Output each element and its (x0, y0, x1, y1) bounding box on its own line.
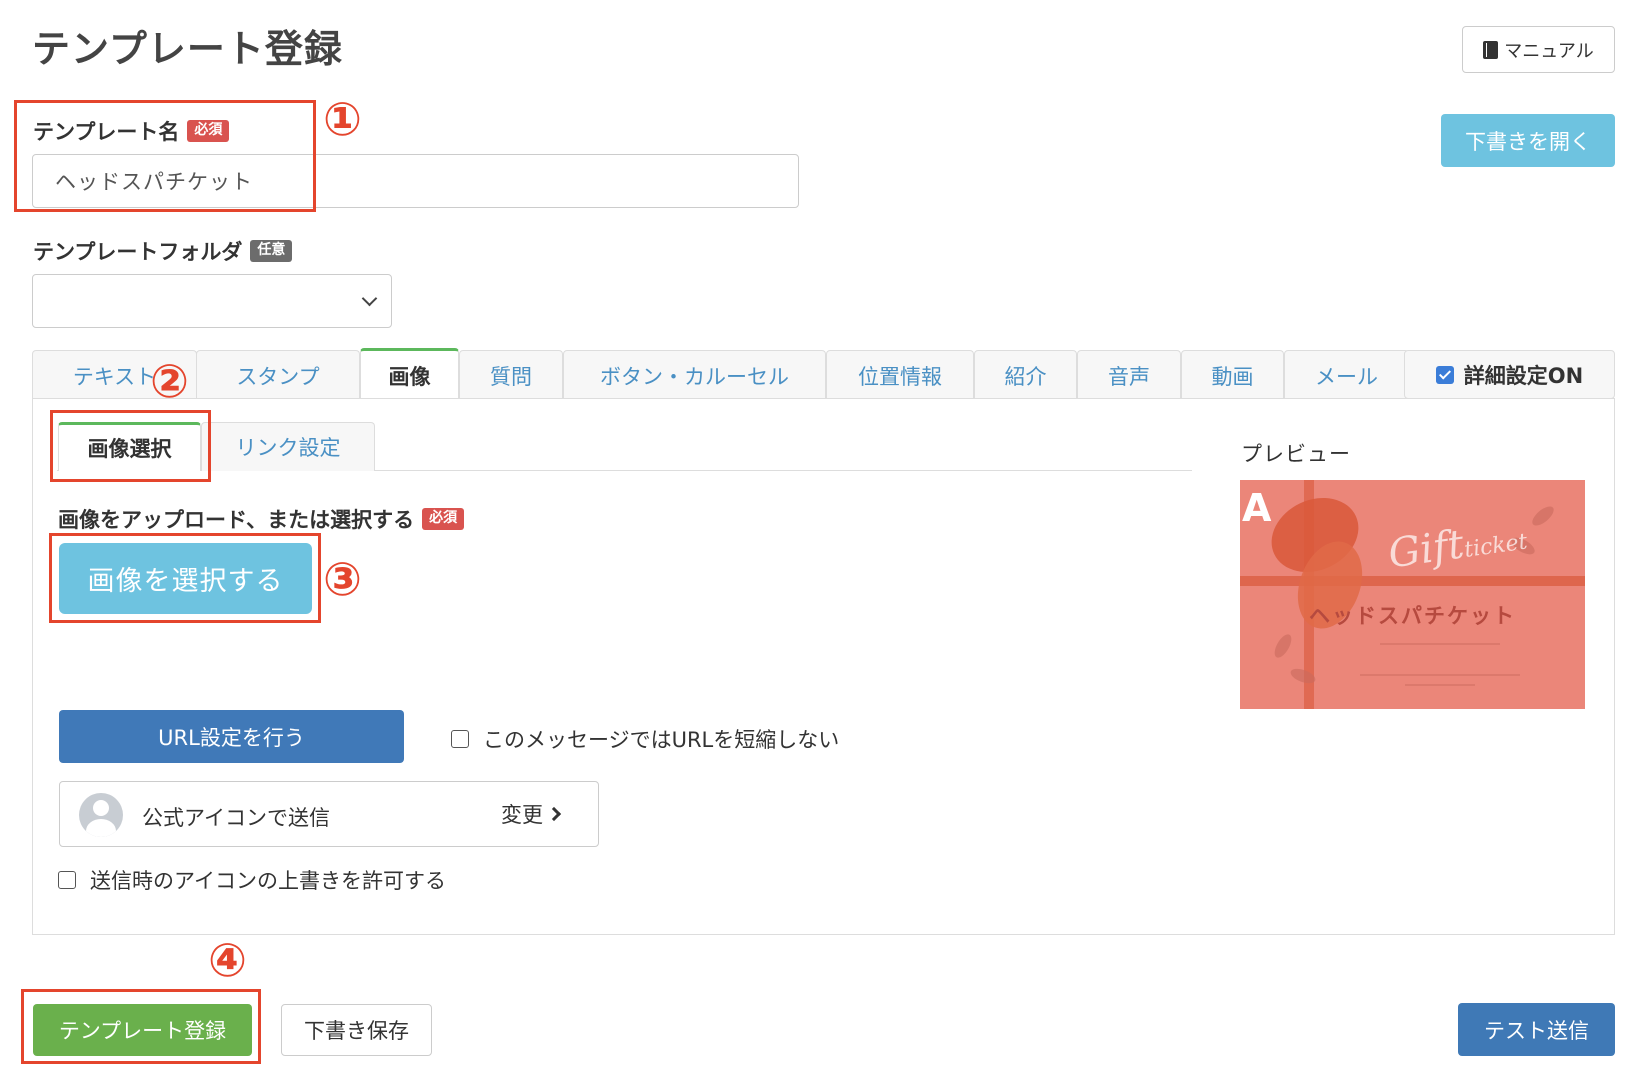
icon-override-option[interactable]: 送信時のアイコンの上書きを許可する (58, 865, 446, 895)
ticket-text-line (1405, 684, 1475, 686)
url-settings-button[interactable]: URL設定を行う (59, 710, 404, 763)
book-icon (1483, 40, 1499, 59)
subtab-link-settings[interactable]: リンク設定 (201, 422, 375, 471)
tab-audio[interactable]: 音声 (1077, 350, 1181, 400)
no-shorten-url-option[interactable]: このメッセージではURLを短縮しない (451, 724, 839, 754)
icon-override-checkbox[interactable] (58, 871, 76, 889)
template-folder-select[interactable] (32, 274, 392, 328)
gift-script-main: Gift (1385, 521, 1467, 578)
change-sender-label: 変更 (501, 803, 543, 827)
preview-badge-letter: A (1242, 486, 1272, 530)
no-shorten-url-label: このメッセージではURLを短縮しない (483, 728, 840, 752)
sender-icon-label: 公式アイコンで送信 (142, 806, 330, 830)
tab-introduction[interactable]: 紹介 (974, 350, 1077, 400)
tab-stamp[interactable]: スタンプ (196, 350, 360, 400)
annotation-box-2 (50, 410, 211, 482)
annotation-number-3: ③ (323, 552, 362, 606)
template-folder-label-text: テンプレートフォルダ (33, 240, 243, 264)
detail-settings-label: 詳細設定ON (1463, 363, 1584, 388)
icon-override-label: 送信時のアイコンの上書きを許可する (90, 869, 446, 893)
ticket-text-line (1360, 674, 1520, 676)
annotation-box-1 (14, 100, 316, 212)
image-upload-label: 画像をアップロード、または選択する 必須 (58, 504, 465, 534)
sender-icon-row: 公式アイコンで送信 変更 (59, 781, 599, 847)
change-sender-link[interactable]: 変更 (501, 799, 562, 829)
test-send-button[interactable]: テスト送信 (1458, 1003, 1615, 1056)
leaf-graphic (1529, 503, 1557, 529)
chevron-right-icon (546, 806, 562, 822)
ticket-title: ヘッドスパチケット (1309, 604, 1516, 628)
tab-button-carousel[interactable]: ボタン・カルーセル (563, 350, 826, 400)
ribbon-graphic (1240, 576, 1585, 586)
optional-badge: 任意 (250, 240, 293, 262)
tab-video[interactable]: 動画 (1181, 350, 1284, 400)
avatar (79, 793, 123, 837)
image-upload-label-text: 画像をアップロード、または選択する (58, 508, 415, 532)
page-title: テンプレート登録 (32, 27, 343, 71)
annotation-box-3 (49, 533, 321, 623)
tab-image[interactable]: 画像 (360, 348, 459, 400)
gift-script-text: Giftticket (1385, 513, 1529, 578)
save-draft-button[interactable]: 下書き保存 (281, 1004, 432, 1056)
no-shorten-url-checkbox[interactable] (451, 730, 469, 748)
leaf-graphic (1271, 631, 1295, 661)
preview-image: A Giftticket ヘッドスパチケット (1240, 480, 1585, 709)
annotation-number-4: ④ (208, 933, 247, 987)
template-folder-label: テンプレートフォルダ 任意 (33, 236, 293, 266)
message-type-tabs: テキスト スタンプ 画像 質問 ボタン・カルーセル 位置情報 紹介 音声 動画 … (32, 348, 1409, 400)
gift-script-small: ticket (1462, 529, 1529, 563)
tab-location[interactable]: 位置情報 (826, 350, 974, 400)
ticket-text-line (1380, 643, 1500, 645)
detail-settings-toggle[interactable]: 詳細設定ON (1404, 350, 1615, 399)
annotation-number-1: ① (323, 92, 362, 146)
preview-label: プレビュー (1241, 442, 1351, 466)
manual-button-label: マニュアル (1504, 40, 1594, 62)
detail-settings-checkbox[interactable] (1435, 365, 1454, 384)
tab-question[interactable]: 質問 (459, 350, 563, 400)
manual-button[interactable]: マニュアル (1462, 26, 1615, 73)
register-template-button[interactable]: テンプレート登録 (33, 1004, 252, 1056)
open-draft-button[interactable]: 下書きを開く (1441, 114, 1615, 167)
chevron-down-icon (361, 290, 378, 307)
required-badge-image: 必須 (422, 508, 465, 530)
tab-email[interactable]: メール (1284, 350, 1409, 400)
